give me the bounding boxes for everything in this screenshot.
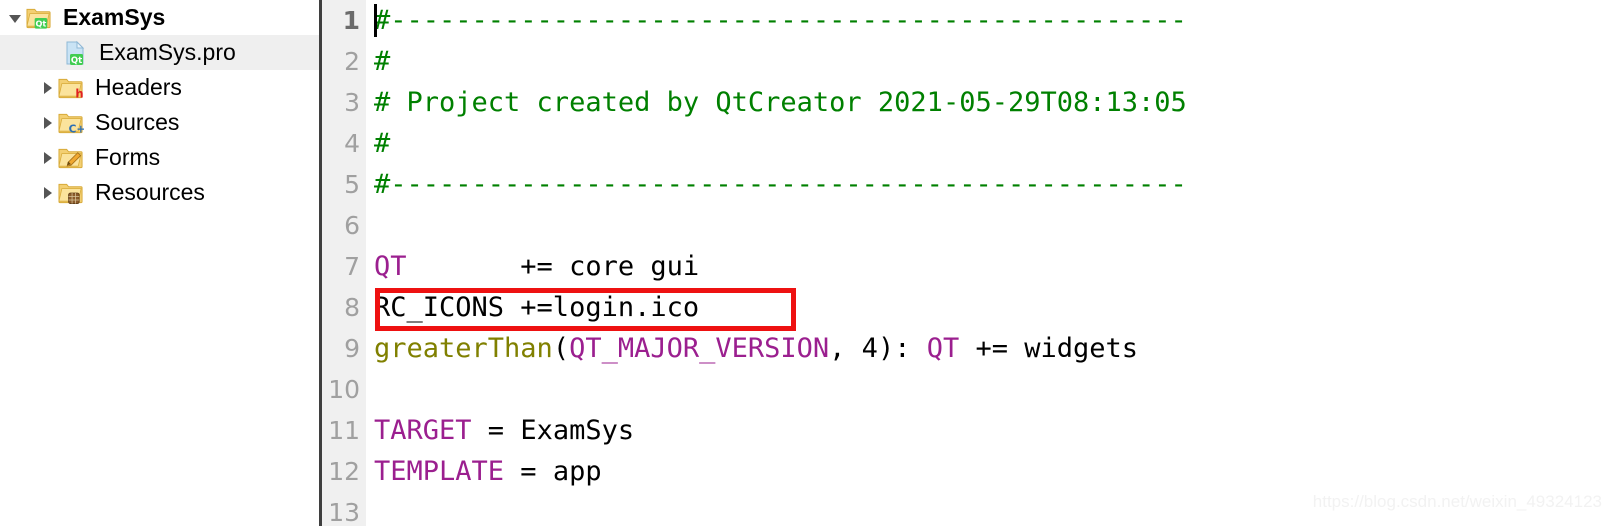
code-line[interactable]: 11 TARGET = ExamSys — [322, 410, 1612, 451]
line-number: 1 — [342, 6, 360, 35]
code-token: , 4): — [829, 333, 927, 364]
line-content[interactable]: # — [374, 123, 390, 164]
code-token: += core gui — [406, 251, 700, 282]
file-qt-pro-icon: Qt — [62, 40, 88, 66]
line-content[interactable]: RC_ICONS +=login.ico — [374, 287, 699, 328]
line-number: 6 — [344, 211, 360, 240]
svg-text:C++: C++ — [69, 123, 84, 134]
tree-item-headers[interactable]: h Headers — [0, 70, 319, 105]
folder-headers-icon: h — [58, 75, 84, 101]
qt-creator-window: Qt ExamSys Qt ExamSys.pro h Headers C So… — [0, 0, 1612, 526]
line-number: 2 — [344, 47, 360, 76]
chevron-right-icon[interactable] — [36, 140, 58, 175]
line-content[interactable]: greaterThan(QT_MAJOR_VERSION, 4): QT += … — [374, 328, 1138, 369]
code-token: RC_ICONS +=login.ico — [374, 292, 700, 323]
line-number: 5 — [344, 170, 360, 199]
tree-item-label: ExamSys — [63, 4, 166, 30]
tree-item-label: Headers — [95, 74, 182, 100]
code-line[interactable]: 10 — [322, 369, 1612, 410]
chevron-right-icon[interactable] — [36, 105, 58, 140]
tree-item-examsys-pro[interactable]: Qt ExamSys.pro — [0, 35, 319, 70]
code-token: += widgets — [959, 333, 1139, 364]
line-number: 8 — [344, 293, 360, 322]
line-number: 10 — [328, 375, 360, 404]
code-token: QT — [926, 333, 960, 364]
line-content[interactable]: # — [374, 41, 390, 82]
code-token: # — [374, 46, 391, 77]
code-line[interactable]: 5 #-------------------------------------… — [322, 164, 1612, 205]
line-number: 4 — [344, 129, 360, 158]
code-line[interactable]: 3 # Project created by QtCreator 2021-05… — [322, 82, 1612, 123]
code-token: TEMPLATE — [374, 456, 505, 487]
text-caret — [374, 4, 377, 37]
line-content[interactable]: # Project created by QtCreator 2021-05-2… — [374, 82, 1187, 123]
code-line[interactable]: 9 greaterThan(QT_MAJOR_VERSION, 4): QT +… — [322, 328, 1612, 369]
svg-text:Qt: Qt — [71, 56, 82, 66]
tree-item-sources[interactable]: C++ Sources — [0, 105, 319, 140]
code-token: #---------------------------------------… — [374, 169, 1187, 200]
code-token: QT — [374, 251, 407, 282]
line-content[interactable]: TEMPLATE = app — [374, 451, 602, 492]
code-token: # Project created by QtCreator 2021-05-2… — [374, 87, 1187, 118]
code-lines[interactable]: 1 #-------------------------------------… — [322, 0, 1612, 526]
code-token: QT_MAJOR_VERSION — [569, 333, 830, 364]
line-number: 11 — [328, 416, 360, 445]
line-number: 9 — [344, 334, 360, 363]
code-token: = ExamSys — [471, 415, 635, 446]
watermark-text: https://blog.csdn.net/weixin_49324123 — [1312, 492, 1602, 511]
code-line-rc-icons[interactable]: 8 RC_ICONS +=login.ico — [322, 287, 1612, 328]
code-line[interactable]: 2 # — [322, 41, 1612, 82]
folder-sources-icon: C++ — [58, 110, 84, 136]
line-content[interactable]: QT += core gui — [374, 246, 699, 287]
svg-text:h: h — [75, 86, 83, 99]
line-number: 13 — [328, 498, 360, 526]
tree-item-label: Forms — [95, 144, 161, 170]
code-line[interactable]: 6 — [322, 205, 1612, 246]
line-number: 3 — [344, 88, 360, 117]
code-token: = app — [504, 456, 602, 487]
tree-item-forms[interactable]: Forms — [0, 140, 319, 175]
line-content[interactable]: #---------------------------------------… — [374, 0, 1187, 41]
chevron-right-icon[interactable] — [36, 175, 58, 210]
folder-resources-icon — [58, 180, 84, 206]
tree-item-label: ExamSys.pro — [99, 39, 236, 65]
chevron-right-icon[interactable] — [36, 70, 58, 105]
tree-item-examsys[interactable]: Qt ExamSys — [0, 0, 319, 35]
line-number: 7 — [344, 252, 360, 281]
code-token: greaterThan — [374, 333, 553, 364]
line-content[interactable]: TARGET = ExamSys — [374, 410, 634, 451]
code-line[interactable]: 1 #-------------------------------------… — [322, 0, 1612, 41]
code-token: TARGET — [374, 415, 472, 446]
line-content[interactable]: #---------------------------------------… — [374, 164, 1187, 205]
code-line[interactable]: 7 QT += core gui — [322, 246, 1612, 287]
code-token: #---------------------------------------… — [374, 5, 1187, 36]
tree-item-label: Sources — [95, 109, 180, 135]
folder-qt-icon: Qt — [26, 5, 52, 31]
project-tree-sidebar: Qt ExamSys Qt ExamSys.pro h Headers C So… — [0, 0, 322, 526]
tree-item-label: Resources — [95, 179, 205, 205]
code-line[interactable]: 4 # — [322, 123, 1612, 164]
svg-text:Qt: Qt — [35, 18, 46, 28]
chevron-down-icon[interactable] — [4, 0, 26, 35]
code-token: # — [374, 128, 391, 159]
code-editor[interactable]: 1 #-------------------------------------… — [322, 0, 1612, 526]
tree-item-resources[interactable]: Resources — [0, 175, 319, 210]
folder-forms-icon — [58, 145, 84, 171]
code-line[interactable]: 12 TEMPLATE = app — [322, 451, 1612, 492]
code-token: ( — [552, 333, 570, 364]
line-number: 12 — [328, 457, 360, 486]
